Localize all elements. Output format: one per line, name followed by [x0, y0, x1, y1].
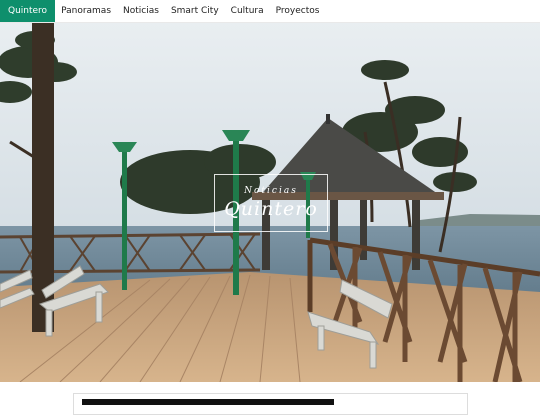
- hero-banner[interactable]: Noticias Quintero: [0, 22, 540, 382]
- nav-item-proyectos[interactable]: Proyectos: [270, 0, 326, 22]
- hero-title: Quintero: [224, 198, 318, 220]
- top-navigation: Quintero Panoramas Noticias Smart City C…: [0, 0, 540, 23]
- nav-item-smart-city[interactable]: Smart City: [165, 0, 225, 22]
- nav-item-noticias[interactable]: Noticias: [117, 0, 165, 22]
- nav-item-cultura[interactable]: Cultura: [225, 0, 270, 22]
- content-bar: [82, 399, 334, 405]
- hero-caption-box[interactable]: Noticias Quintero: [214, 174, 328, 232]
- nav-brand-quintero[interactable]: Quintero: [0, 0, 56, 22]
- nav-item-panoramas[interactable]: Panoramas: [55, 0, 117, 22]
- hero-subtitle: Noticias: [244, 186, 298, 196]
- content-card: [73, 393, 468, 415]
